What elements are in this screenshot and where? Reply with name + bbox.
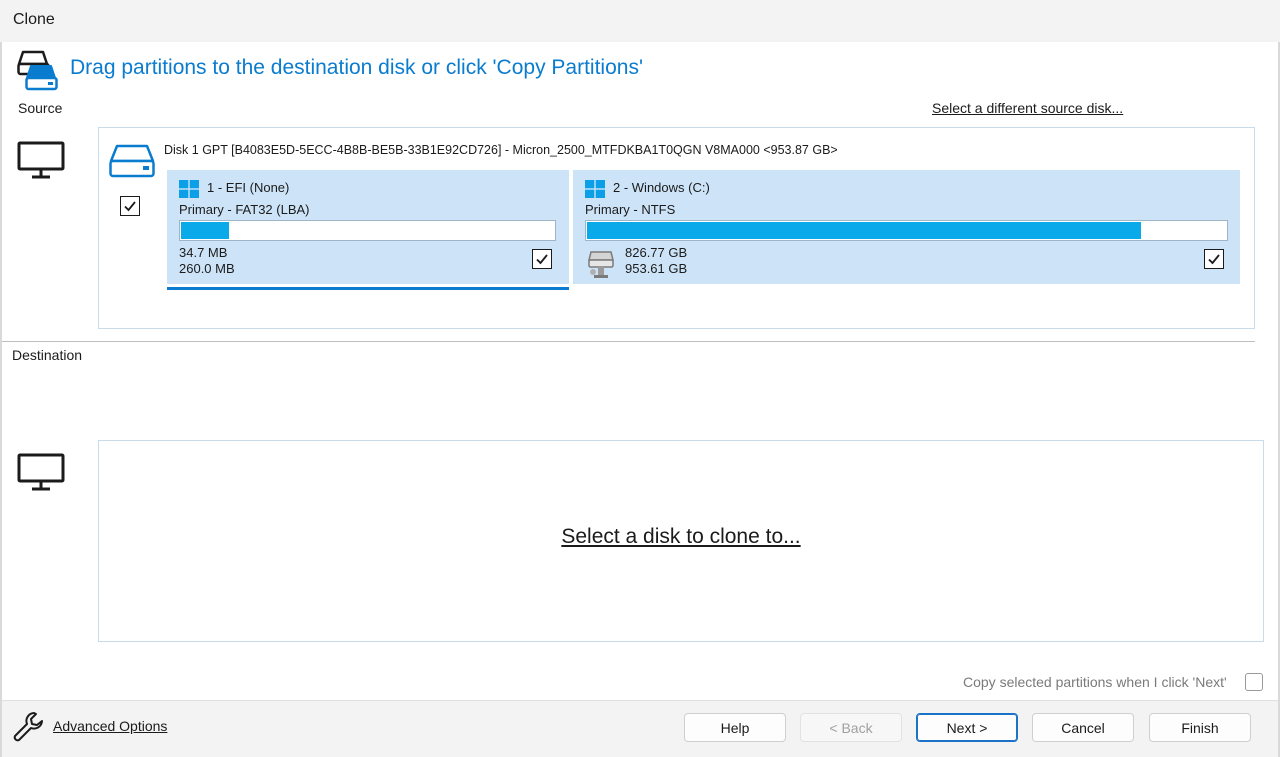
select-source-disk-link[interactable]: Select a different source disk... [932, 100, 1123, 116]
copy-selected-label: Copy selected partitions when I click 'N… [963, 674, 1227, 690]
partition-efi-checkbox[interactable] [532, 249, 552, 269]
windows-logo-icon [585, 180, 605, 198]
source-monitor-icon [17, 141, 65, 179]
back-button[interactable]: < Back [800, 713, 902, 742]
source-disk-label: Disk 1 GPT [B4083E5D-5ECC-4B8B-BE5B-33B1… [164, 143, 838, 157]
window-title: Clone [13, 11, 55, 28]
header-instruction: Drag partitions to the destination disk … [70, 56, 643, 79]
source-label: Source [18, 100, 63, 116]
finish-button[interactable]: Finish [1149, 713, 1251, 742]
boot-partition-icon [588, 251, 614, 278]
partition-usage-fill [587, 222, 1141, 239]
select-destination-disk-link[interactable]: Select a disk to clone to... [99, 525, 1263, 549]
partition-type: Primary - NTFS [585, 202, 676, 217]
copy-selected-checkbox[interactable] [1245, 673, 1263, 691]
partition-usage-bar [179, 220, 556, 241]
windows-logo-icon [179, 180, 199, 198]
source-disk-checkbox[interactable] [120, 196, 140, 216]
partition-usage-fill [181, 222, 229, 239]
partition-type: Primary - FAT32 (LBA) [179, 202, 310, 217]
destination-disk-panel[interactable]: Select a disk to clone to... [98, 440, 1264, 642]
next-button[interactable]: Next > [916, 713, 1018, 742]
partition-name: 1 - EFI (None) [207, 180, 290, 195]
partition-windows-checkbox[interactable] [1204, 249, 1224, 269]
destination-label: Destination [12, 347, 83, 363]
checkmark-icon [1208, 254, 1220, 265]
checkmark-icon [536, 254, 548, 265]
partition-usage-bar [585, 220, 1228, 241]
partition-used-size: 34.7 MB [179, 245, 228, 260]
partition-windows[interactable]: 2 - Windows (C:) Primary - NTFS 826.77 G… [573, 170, 1240, 284]
window-border-left [0, 0, 2, 757]
disk-drive-icon [109, 144, 155, 178]
wrench-icon[interactable] [12, 710, 46, 744]
cancel-button[interactable]: Cancel [1032, 713, 1134, 742]
advanced-options-link[interactable]: Advanced Options [53, 718, 167, 734]
partition-total-size: 260.0 MB [179, 261, 235, 276]
title-bar[interactable]: Clone [0, 0, 1280, 42]
help-button[interactable]: Help [684, 713, 786, 742]
clone-disks-icon [17, 50, 58, 91]
partition-efi[interactable]: 1 - EFI (None) Primary - FAT32 (LBA) 34.… [167, 170, 569, 284]
selected-partition-indicator [167, 287, 569, 290]
partition-name: 2 - Windows (C:) [613, 180, 710, 195]
section-divider [2, 341, 1255, 342]
partition-total-size: 953.61 GB [625, 261, 688, 276]
checkmark-icon [124, 201, 136, 212]
partition-used-size: 826.77 GB [625, 245, 688, 260]
destination-monitor-icon [17, 453, 65, 491]
